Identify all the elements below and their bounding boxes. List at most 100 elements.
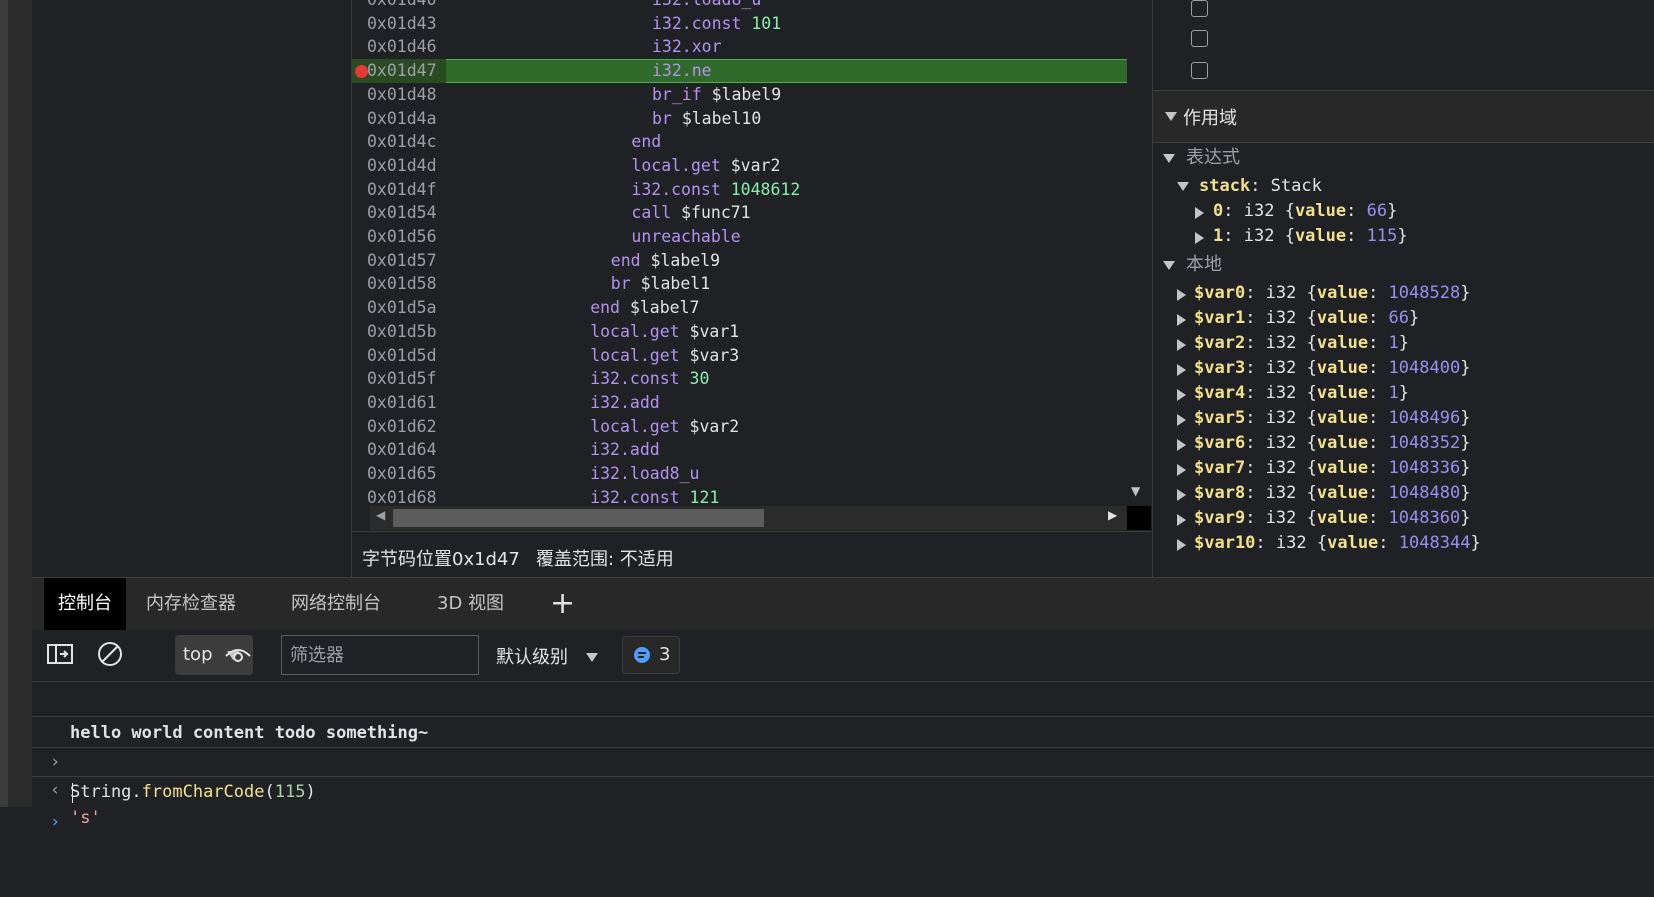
code-line[interactable]: 0x01d62 local.get $var2: [352, 415, 1127, 439]
line-address[interactable]: 0x01d61: [367, 391, 437, 415]
message-count-badge[interactable]: 3: [622, 636, 680, 674]
code-line[interactable]: 0x01d4f i32.const 1048612: [352, 178, 1127, 202]
tab-console[interactable]: 控制台: [44, 578, 126, 632]
result-value: 's': [70, 808, 101, 828]
add-tab-button[interactable]: +: [550, 578, 575, 630]
line-address[interactable]: 0x01d64: [367, 438, 437, 462]
line-address[interactable]: 0x01d46: [367, 35, 437, 59]
console-prompt[interactable]: ›: [32, 777, 1654, 832]
code-line[interactable]: 0x01d61 i32.add: [352, 391, 1127, 415]
code-line[interactable]: 0x01d46 i32.xor: [352, 35, 1127, 59]
code-line[interactable]: 0x01d57 end $label9: [352, 249, 1127, 273]
code-line[interactable]: 0x01d5f i32.const 30: [352, 367, 1127, 391]
debugger-sidebar: 作用域 表达式 stack: Stack 0: i32 {value: 66} 1…: [1152, 0, 1654, 577]
line-address[interactable]: 0x01d40: [367, 0, 437, 12]
code-line[interactable]: 0x01d40 i32.load8_u: [352, 0, 1127, 12]
line-address[interactable]: 0x01d62: [367, 415, 437, 439]
bytecode-position: 字节码位置0x1d47: [362, 549, 520, 570]
line-address[interactable]: 0x01d5a: [367, 296, 437, 320]
code-text: local.get $var2: [631, 155, 781, 175]
text-cursor: [72, 783, 73, 803]
code-text: i32.ne: [652, 61, 712, 81]
log-level-selector[interactable]: 默认级别: [496, 643, 568, 669]
scrollbar-corner: [1127, 506, 1151, 530]
line-address[interactable]: 0x01d5b: [367, 320, 437, 344]
clear-console-icon[interactable]: [96, 640, 124, 672]
tab-network-console[interactable]: 网络控制台: [291, 578, 381, 630]
expand-triangle-icon: [1165, 112, 1177, 121]
code-line[interactable]: 0x01d68 i32.const 121: [352, 486, 1127, 506]
code-text: local.get $var2: [590, 416, 740, 436]
line-address[interactable]: 0x01d4c: [367, 130, 437, 154]
line-address[interactable]: 0x01d4d: [367, 154, 437, 178]
filter-input[interactable]: [281, 635, 479, 675]
code-line[interactable]: 0x01d5a end $label7: [352, 296, 1127, 320]
code-line[interactable]: 0x01d5d local.get $var3: [352, 344, 1127, 368]
tab-3d-view[interactable]: 3D 视图: [437, 578, 504, 630]
line-address[interactable]: 0x01d43: [367, 12, 437, 36]
line-address[interactable]: 0x01d5d: [367, 344, 437, 368]
code-text: i32.add: [590, 440, 660, 460]
code-line[interactable]: 0x01d4d local.get $var2: [352, 154, 1127, 178]
code-line[interactable]: 0x01d56 unreachable: [352, 225, 1127, 249]
code-text: br $label10: [652, 108, 762, 128]
line-address[interactable]: 0x01d57: [367, 249, 437, 273]
code-editor[interactable]: 0x01d40i32.load8_u0x01d43i32.const 1010x…: [352, 0, 1127, 506]
scroll-down-arrow-icon[interactable]: ▼: [1131, 484, 1140, 498]
line-address[interactable]: 0x01d47: [367, 59, 437, 83]
code-text: local.get $var1: [590, 321, 740, 341]
property-type: Stack: [1270, 176, 1322, 196]
horizontal-scrollbar-thumb[interactable]: [393, 509, 764, 527]
activity-bar: [8, 0, 32, 807]
code-text: end: [631, 132, 662, 152]
code-text: unreachable: [631, 227, 741, 246]
dropdown-icon[interactable]: [586, 653, 598, 662]
line-address[interactable]: 0x01d65: [367, 462, 437, 486]
checkbox[interactable]: [1191, 0, 1208, 17]
expand-triangle-icon: [1177, 414, 1186, 426]
code-text: i32.add: [590, 392, 660, 412]
checkbox[interactable]: [1191, 62, 1208, 79]
scope-section-header[interactable]: 作用域: [1153, 90, 1654, 143]
expand-triangle-icon: [1177, 464, 1186, 476]
prompt-chevron-icon: ›: [50, 812, 61, 832]
console-output[interactable]: hello world content todo something~ › St…: [32, 682, 1654, 832]
window-edge: [0, 0, 8, 807]
code-line[interactable]: 0x01d54 call $func71: [352, 201, 1127, 225]
console-result-line: ‹ 's': [32, 748, 1654, 828]
line-address[interactable]: 0x01d5f: [367, 367, 437, 391]
code-line[interactable]: 0x01d4a br $label10: [352, 107, 1127, 131]
scroll-left-arrow-icon[interactable]: ◀: [376, 508, 385, 522]
tab-memory-inspector[interactable]: 内存检查器: [146, 578, 236, 630]
checkbox[interactable]: [1191, 30, 1208, 47]
vertical-scrollbar[interactable]: [1127, 0, 1151, 506]
line-address[interactable]: 0x01d54: [367, 201, 437, 225]
coverage-status: 覆盖范围: 不适用: [536, 549, 674, 570]
code-line[interactable]: 0x01d58 br $label1: [352, 272, 1127, 296]
scroll-right-arrow-icon[interactable]: ▶: [1108, 508, 1117, 522]
expand-triangle-icon: [1195, 232, 1204, 244]
code-line[interactable]: 0x01d65 i32.load8_u: [352, 462, 1127, 486]
expand-triangle-icon: [1177, 364, 1186, 376]
line-address[interactable]: 0x01d68: [367, 486, 437, 506]
editor-status-bar: 字节码位置0x1d47 覆盖范围: 不适用: [352, 531, 1151, 578]
message-count: 3: [659, 644, 671, 665]
sidebar-toggle-icon[interactable]: [46, 642, 74, 670]
line-address[interactable]: 0x01d58: [367, 272, 437, 296]
code-line[interactable]: 0x01d5b local.get $var1: [352, 320, 1127, 344]
live-expression-eye-icon[interactable]: [224, 644, 252, 670]
code-text: end $label9: [610, 250, 721, 270]
expand-triangle-icon: [1177, 339, 1186, 351]
expand-triangle-icon: [1177, 439, 1186, 451]
line-address[interactable]: 0x01d4f: [367, 178, 437, 202]
code-line[interactable]: 0x01d64 i32.add: [352, 438, 1127, 462]
code-line[interactable]: 0x01d4c end: [352, 130, 1127, 154]
code-line[interactable]: 0x01d43 i32.const 101: [352, 12, 1127, 36]
expressions-label: 表达式: [1186, 147, 1240, 168]
line-address[interactable]: 0x01d4a: [367, 107, 437, 131]
code-line[interactable]: 0x01d47 i32.ne: [352, 59, 1127, 83]
line-address[interactable]: 0x01d56: [367, 225, 437, 249]
code-line[interactable]: 0x01d48 br_if $label9: [352, 83, 1127, 107]
code-text: i32.const 1048612: [631, 179, 801, 199]
line-address[interactable]: 0x01d48: [367, 83, 437, 107]
